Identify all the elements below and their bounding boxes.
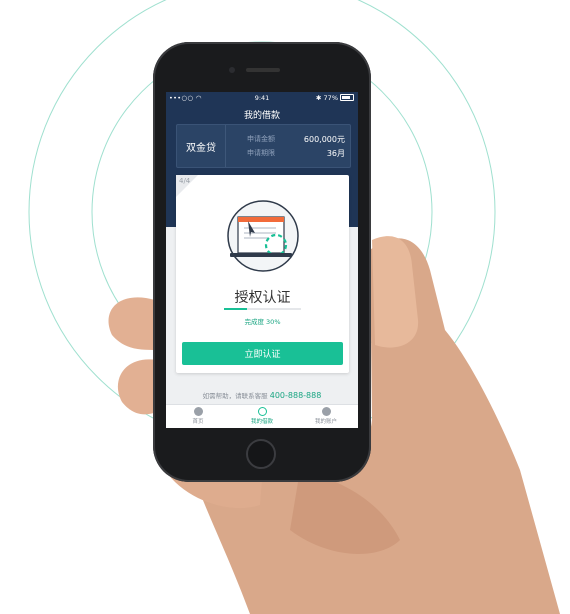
phone-device: •••○○ ◠ 9:41 ✱ 77% 我的借款 双金贷 申请金额 600,000… [153,42,371,482]
help-line: 如需帮助，请联系客服 400-888-888 [166,390,358,400]
tab-home-label: 首页 [192,419,204,425]
auth-step-card: 4/4 授权认证 完成度 30% 立即认证 [176,175,349,373]
home-button[interactable] [246,439,276,469]
front-camera [229,67,235,73]
battery-icon [340,94,354,101]
progress-fill [224,308,248,310]
list-icon [257,407,267,416]
app-screen: •••○○ ◠ 9:41 ✱ 77% 我的借款 双金贷 申请金额 600,000… [166,92,358,428]
verify-now-button[interactable]: 立即认证 [182,342,343,365]
loan-summary-card[interactable]: 双金贷 申请金额 600,000元 申请期限 36月 [176,124,351,168]
home-icon [193,407,203,416]
term-value: 36月 [326,149,345,158]
status-bar: •••○○ ◠ 9:41 ✱ 77% [166,92,358,104]
user-icon [321,407,331,416]
laptop-authorization-illustration [227,200,299,272]
step-indicator: 4/4 [179,177,191,185]
tab-my-loans[interactable]: 我的借款 [230,407,294,425]
earpiece-speaker [246,68,280,72]
term-label: 申请期限 [247,149,275,157]
tab-home[interactable]: 首页 [166,407,230,425]
amount-label: 申请金额 [247,135,275,143]
tab-bar: 首页 我的借款 我的账户 [166,404,358,428]
help-phone-link[interactable]: 400-888-888 [270,391,322,400]
battery-status: ✱ 77% [316,94,354,102]
product-name: 双金贷 [177,125,226,167]
tab-my-account[interactable]: 我的账户 [294,407,358,425]
help-text: 如需帮助，请联系客服 [202,392,268,400]
tab-my-loans-label: 我的借款 [250,419,273,425]
progress-bar [224,308,301,310]
step-title: 授权认证 [234,290,291,306]
progress-text: 完成度 30% [244,318,281,326]
tab-my-account-label: 我的账户 [314,419,337,425]
amount-value: 600,000元 [303,135,345,144]
page-title: 我的借款 [243,111,280,121]
